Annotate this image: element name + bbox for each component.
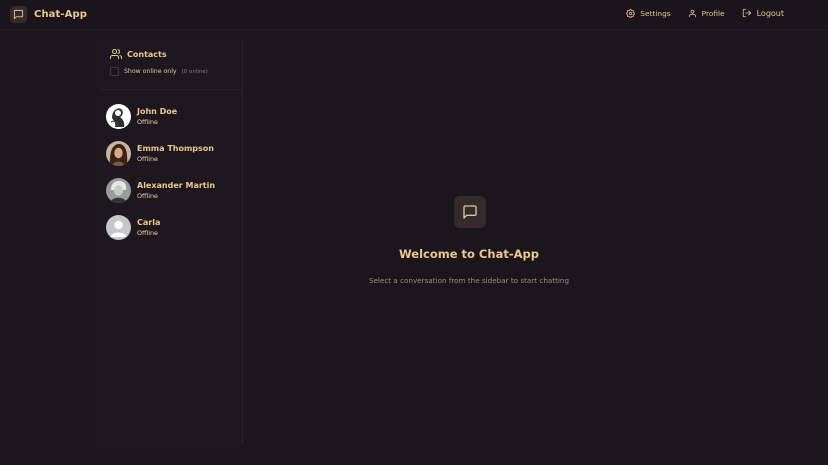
contact-item[interactable]: Alexander Martin Offline xyxy=(100,172,242,209)
contacts-heading: Contacts xyxy=(110,48,232,60)
contact-name: Carla xyxy=(137,217,161,227)
contact-status: Offline xyxy=(137,154,158,163)
avatar xyxy=(106,215,131,240)
profile-label: Profile xyxy=(701,8,725,18)
online-only-label: Show online only xyxy=(124,68,177,75)
contact-status: Offline xyxy=(137,191,158,200)
message-square-icon xyxy=(10,6,27,23)
avatar xyxy=(106,104,131,129)
gear-icon xyxy=(626,8,636,18)
profile-link[interactable]: Profile xyxy=(688,9,725,18)
contact-item[interactable]: Emma Thompson Offline xyxy=(100,135,242,172)
avatar xyxy=(106,178,131,203)
contact-name: John Doe xyxy=(137,106,178,116)
logout-icon xyxy=(742,8,751,18)
online-only-checkbox[interactable] xyxy=(110,67,119,76)
message-square-icon xyxy=(454,196,486,228)
contact-name: Emma Thompson xyxy=(137,143,214,153)
user-icon xyxy=(688,9,696,17)
contact-status: Offline xyxy=(137,117,158,126)
contacts-title: Contacts xyxy=(127,49,167,59)
contact-status: Offline xyxy=(137,228,158,237)
logout-button[interactable]: Logout xyxy=(742,8,784,18)
app-title: Chat-App xyxy=(34,9,87,20)
chat-main: Welcome to Chat-App Select a conversatio… xyxy=(248,40,690,444)
contact-item[interactable]: Carla Offline xyxy=(100,209,242,246)
logout-label: Logout xyxy=(756,8,784,18)
avatar xyxy=(106,141,131,166)
welcome-title: Welcome to Chat-App xyxy=(399,247,539,261)
users-icon xyxy=(110,49,122,59)
contact-item[interactable]: John Doe Offline xyxy=(100,98,242,135)
contact-list: John Doe Offline Emma Thompson Offline A… xyxy=(100,90,242,246)
settings-label: Settings xyxy=(640,8,671,18)
sidebar-header: Contacts Show online only (0 online) xyxy=(100,40,242,90)
top-navbar: Chat-App Settings Profile Logout xyxy=(0,0,828,30)
brand-link[interactable]: Chat-App xyxy=(10,6,87,23)
online-count: (0 online) xyxy=(181,68,208,75)
welcome-subtitle: Select a conversation from the sidebar t… xyxy=(368,276,570,285)
contacts-sidebar: Contacts Show online only (0 online) Joh… xyxy=(100,40,243,444)
online-filter[interactable]: Show online only (0 online) xyxy=(110,67,232,76)
contact-name: Alexander Martin xyxy=(137,180,216,190)
top-nav: Settings Profile Logout xyxy=(626,8,784,18)
settings-link[interactable]: Settings xyxy=(626,8,671,18)
